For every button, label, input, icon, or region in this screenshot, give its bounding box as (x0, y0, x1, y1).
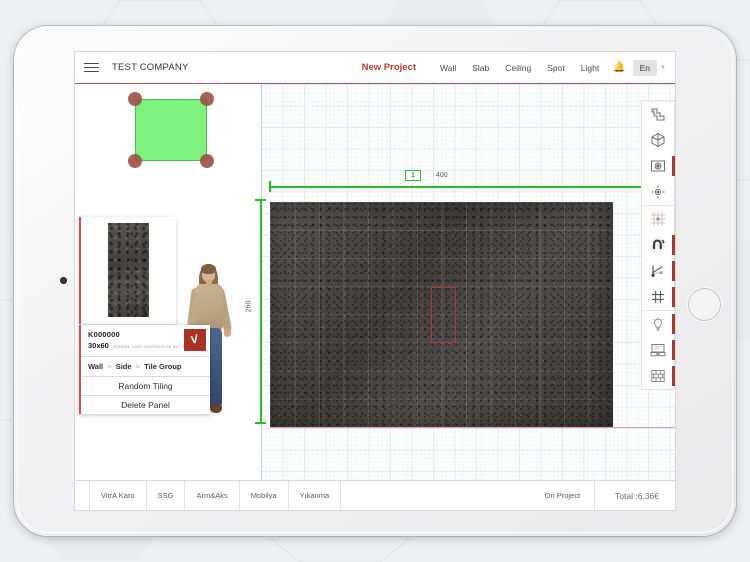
language-selector[interactable]: En (633, 60, 657, 76)
nav-item-ceiling[interactable]: Ceiling (497, 63, 539, 73)
home-button[interactable] (688, 288, 721, 321)
room-corner-node[interactable] (128, 92, 142, 106)
tablet-device: TEST COMPANY New Project Wall Slab Ceili… (14, 26, 736, 536)
room-plan-shape[interactable] (135, 99, 207, 161)
tile-swatch-card[interactable] (79, 217, 176, 324)
nav-item-light[interactable]: Light (573, 63, 607, 73)
nav-item-spot[interactable]: Spot (539, 63, 573, 73)
breadcrumb-separator: > (107, 362, 111, 371)
dimension-cap (255, 199, 266, 201)
room-corner-node[interactable] (200, 154, 214, 168)
render-camera-icon[interactable] (642, 153, 674, 179)
dimension-cap (269, 181, 271, 192)
measure-tool-icon[interactable] (642, 258, 674, 284)
breadcrumb: Wall > Side > Tile Group (81, 356, 210, 376)
tool-active-marker (672, 340, 675, 360)
bottom-tab-vitra-karo[interactable]: VitrA Karo (89, 481, 147, 510)
room-plan-fill (135, 99, 207, 161)
tool-active-marker (672, 314, 675, 334)
front-camera (60, 277, 67, 284)
breadcrumb-item-wall[interactable]: Wall (88, 362, 103, 371)
tool-active-marker (672, 235, 675, 255)
brand-mark: V (190, 334, 200, 347)
tool-active-marker (672, 366, 675, 386)
breadcrumb-item-side[interactable]: Side (116, 362, 132, 371)
breadcrumb-separator: > (136, 362, 140, 371)
bottom-tab-yikanma[interactable]: Yıkanma (289, 481, 342, 510)
breadcrumb-item-tile-group[interactable]: Tile Group (144, 362, 181, 371)
tool-active-marker (672, 261, 675, 281)
nav-item-wall[interactable]: Wall (432, 63, 464, 73)
figure-hair-top (201, 264, 216, 274)
tile-info-header: K000000 30x60 SERAMIK KARO DEKORASYON MA… (81, 325, 210, 356)
tool-group-output (642, 311, 674, 389)
dimension-vertical-line (260, 199, 262, 424)
chevron-down-icon[interactable]: ▼ (660, 65, 666, 71)
selected-tile-highlight[interactable] (431, 287, 456, 343)
bottom-tab-mobilya[interactable]: Mobilya (240, 481, 289, 510)
room-corner-node[interactable] (128, 154, 142, 168)
app-screen: TEST COMPANY New Project Wall Slab Ceili… (75, 52, 675, 510)
shape-blocks-icon[interactable] (642, 101, 674, 127)
tool-active-marker (672, 156, 675, 176)
company-name: TEST COMPANY (112, 62, 188, 73)
room-corner-node[interactable] (200, 92, 214, 106)
bottom-spacer (341, 481, 530, 510)
menu-item-random-tiling[interactable]: Random Tiling (81, 376, 210, 395)
figure-shoe-right (210, 404, 222, 413)
tile-size: 30x60 (88, 341, 109, 350)
tile-texture-preview (108, 223, 149, 317)
dimension-vertical-label: 260 (245, 301, 252, 313)
design-canvas[interactable]: 260 1 400 (75, 84, 675, 480)
notification-bell-icon[interactable]: 🔔 (613, 63, 625, 73)
on-project-button[interactable]: On Project (531, 481, 595, 510)
app-header: TEST COMPANY New Project Wall Slab Ceili… (75, 52, 675, 84)
figure-torso (195, 284, 223, 330)
tool-active-marker (672, 287, 675, 307)
dimension-horizontal-label: 400 (436, 172, 448, 179)
hamburger-menu-icon[interactable] (84, 60, 99, 76)
dimension-index-badge[interactable]: 1 (405, 170, 421, 181)
brand-logo-chip[interactable]: V (184, 329, 206, 351)
brick-pattern-icon[interactable] (642, 363, 674, 389)
grid-point-icon[interactable] (642, 206, 674, 232)
figure-hand-right (224, 328, 231, 337)
dimension-cap (255, 422, 266, 424)
dimension-vertical[interactable]: 260 (246, 199, 268, 424)
tiled-wall-surface[interactable] (270, 202, 613, 427)
tile-description: SERAMIK KARO DEKORASYON MAT YÜZEY ÜRÜNÜ (113, 345, 185, 349)
menu-item-delete-panel[interactable]: Delete Panel (81, 395, 210, 414)
tool-rail (641, 100, 675, 390)
dimension-horizontal[interactable]: 1 400 (269, 170, 675, 192)
tile-info-card[interactable]: K000000 30x60 SERAMIK KARO DEKORASYON MA… (79, 325, 210, 414)
cube-3d-icon[interactable] (642, 127, 674, 153)
dimension-horizontal-line (269, 186, 675, 188)
bottom-tab-arm-aks[interactable]: Arm&Aks (185, 481, 239, 510)
tool-group-view (642, 101, 674, 206)
bottom-toolbar: VitrA Karo SSG Arm&Aks Mobilya Yıkanma O… (75, 480, 675, 510)
nav-item-slab[interactable]: Slab (464, 63, 497, 73)
export-save-icon[interactable] (642, 337, 674, 363)
project-title[interactable]: New Project (362, 62, 416, 73)
light-bulb-icon[interactable] (642, 311, 674, 337)
grid-hash-icon[interactable] (642, 284, 674, 310)
target-crosshair-icon[interactable] (642, 179, 674, 205)
tool-group-snap (642, 206, 674, 311)
bottom-tab-ssg[interactable]: SSG (147, 481, 186, 510)
magnet-snap-icon[interactable] (642, 232, 674, 258)
total-price: Total :6.36€ (595, 481, 675, 510)
header-nav: New Project Wall Slab Ceiling Spot Light… (362, 60, 666, 76)
wall-baseline (270, 427, 675, 428)
